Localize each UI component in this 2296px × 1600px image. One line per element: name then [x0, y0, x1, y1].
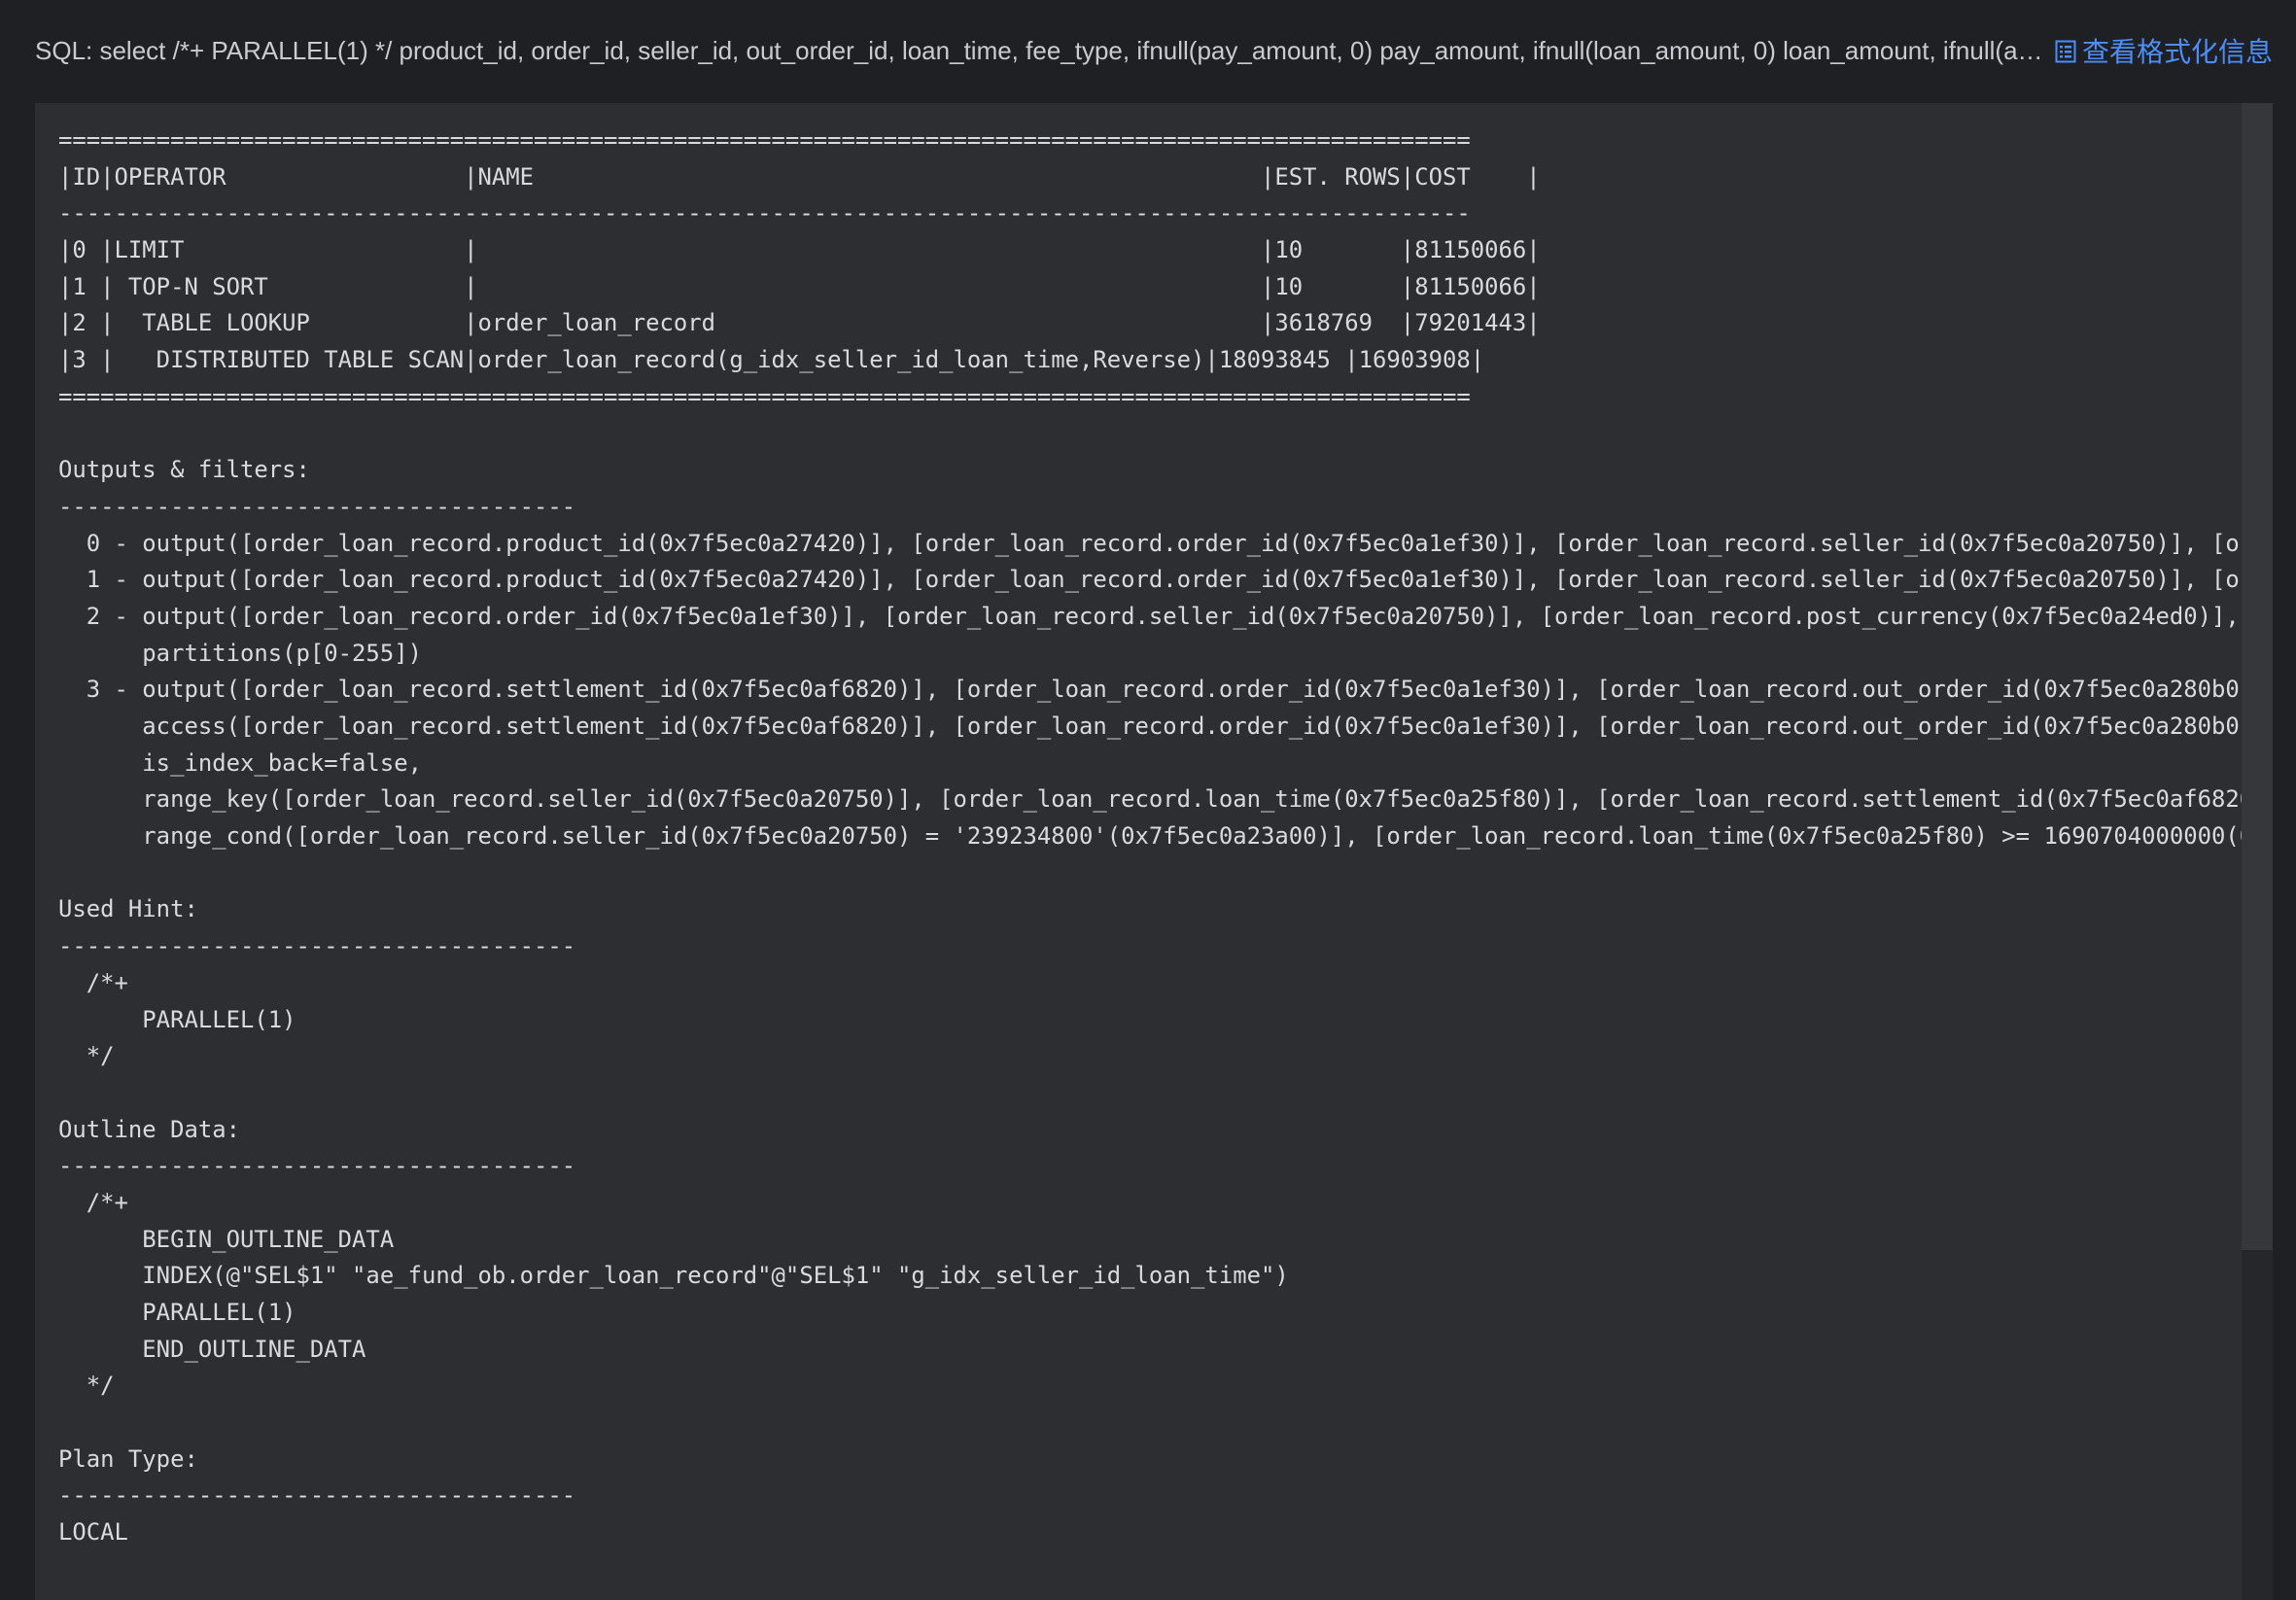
plan-line: range_cond([order_loan_record.seller_id(…	[58, 822, 2242, 851]
plan-line: BEGIN_OUTLINE_DATA	[58, 1225, 395, 1253]
plan-line: INDEX(@"SEL$1" "ae_fund_ob.order_loan_re…	[58, 1262, 1289, 1290]
plan-line: ========================================…	[58, 126, 1471, 154]
plan-line: Used Hint:	[58, 895, 198, 923]
sql-statement: SQL: select /*+ PARALLEL(1) */ product_i…	[35, 35, 2049, 65]
explain-plan-panel[interactable]: ========================================…	[35, 103, 2273, 1600]
plan-line: access([order_loan_record.settlement_id(…	[58, 713, 2242, 740]
plan-line: |2 | TABLE LOOKUP |order_loan_record |36…	[58, 309, 1541, 337]
vertical-scrollbar-track[interactable]	[2242, 103, 2273, 1600]
plan-line: |0 |LIMIT | |10 |81150066|	[58, 236, 1541, 264]
plan-line: |ID|OPERATOR |NAME |EST. ROWS|COST |	[58, 162, 1541, 191]
plan-line: LOCAL	[58, 1518, 128, 1547]
plan-line	[58, 1405, 2242, 1442]
plan-line: -------------------------------------	[58, 932, 576, 960]
plan-line: |3 | DISTRIBUTED TABLE SCAN|order_loan_r…	[58, 346, 1485, 374]
vertical-scrollbar-thumb[interactable]	[2242, 103, 2273, 1250]
document-list-icon	[2055, 39, 2076, 63]
plan-line: Plan Type:	[58, 1444, 198, 1473]
view-formatted-info-label[interactable]: 查看格式化信息	[2082, 31, 2273, 70]
sql-header: SQL: select /*+ PARALLEL(1) */ product_i…	[35, 0, 2273, 101]
view-formatted-info-link[interactable]: 查看格式化信息	[2055, 31, 2273, 70]
plan-line: Outline Data:	[58, 1115, 240, 1143]
plan-line: |1 | TOP-N SORT | |10 |81150066|	[58, 272, 1541, 300]
plan-line: 3 - output([order_loan_record.settlement…	[58, 676, 2242, 704]
plan-line: */	[58, 1042, 115, 1070]
plan-line: partitions(p[0-255])	[58, 639, 422, 667]
explain-plan-text: ========================================…	[58, 122, 2242, 1551]
plan-line: -------------------------------------	[58, 1481, 576, 1510]
plan-line: is_index_back=false,	[58, 748, 422, 777]
plan-line	[58, 416, 2242, 453]
plan-line: -------------------------------------	[58, 1152, 576, 1180]
plan-line: ========================================…	[58, 382, 1471, 410]
plan-line: 1 - output([order_loan_record.product_id…	[86, 566, 2242, 594]
plan-line: range_key([order_loan_record.seller_id(0…	[58, 785, 2242, 814]
plan-line: END_OUTLINE_DATA	[58, 1335, 366, 1363]
plan-line: 0 - output([order_loan_record.product_id…	[86, 529, 2242, 557]
plan-line	[58, 855, 2242, 892]
plan-line: 2 - output([order_loan_record.order_id(0…	[58, 602, 2240, 630]
plan-line	[58, 1075, 2242, 1112]
plan-line: -------------------------------------	[58, 492, 576, 520]
plan-line: /*+	[58, 1188, 128, 1216]
plan-line: PARALLEL(1)	[58, 1299, 296, 1326]
plan-line: PARALLEL(1)	[58, 1005, 296, 1033]
plan-line: /*+	[58, 968, 128, 996]
plan-line: Outputs & filters:	[58, 456, 310, 484]
plan-line: */	[58, 1372, 115, 1400]
plan-line: ----------------------------------------…	[58, 199, 1471, 227]
